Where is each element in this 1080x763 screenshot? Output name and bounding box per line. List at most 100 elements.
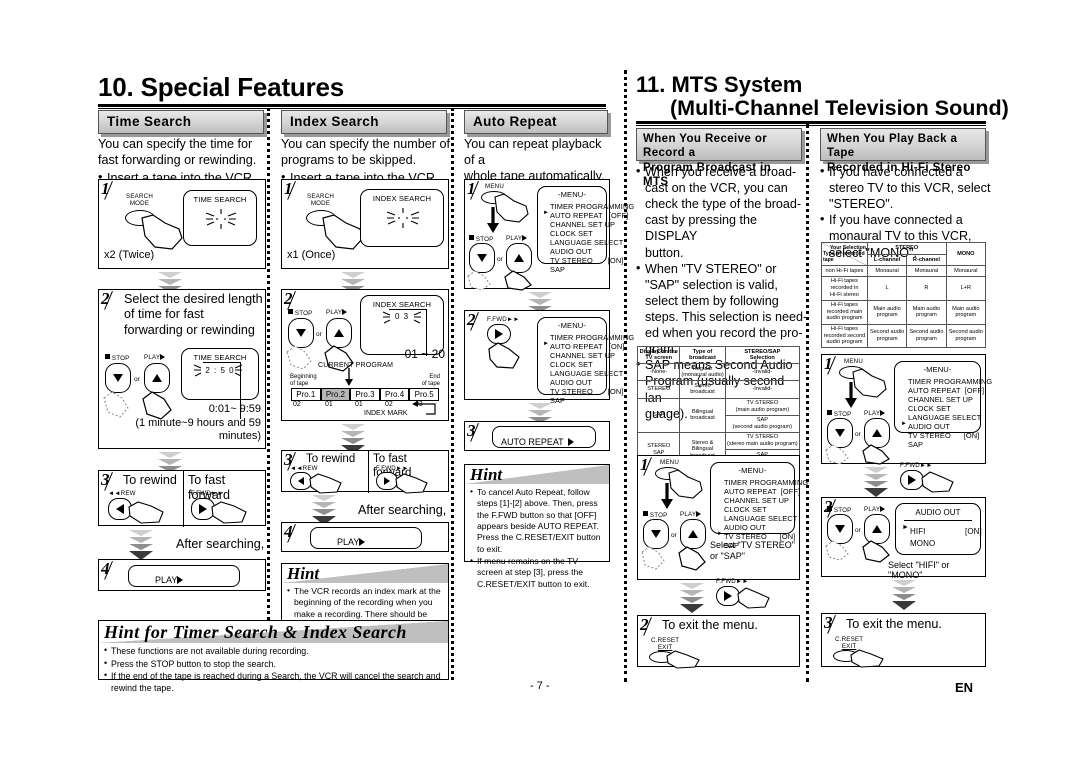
triangle-right-icon [495, 329, 503, 339]
or-label: or [497, 256, 503, 263]
table-cell: Main audio program [866, 299, 908, 325]
triangle-up-icon [514, 254, 524, 262]
rewind-label: To rewind [306, 453, 356, 465]
menu-item[interactable]: CHANNEL SET UP [908, 395, 980, 404]
table-cell: L [866, 275, 908, 301]
menu-item[interactable]: TIMER PROGRAMMING [908, 377, 992, 386]
triangle-up-icon [688, 530, 698, 538]
menu-item[interactable]: LANGUAGE SELECT [550, 369, 623, 378]
time-range-note: (1 minute~9 hours and 59 minutes) [135, 417, 261, 443]
menu-item[interactable]: TIMER PROGRAMMING [550, 202, 634, 211]
bullet-line: If you have connected a [829, 165, 963, 179]
play-button[interactable]: PLAY [128, 565, 240, 587]
hint-item: These functions are not available during… [104, 645, 443, 658]
step-number: 2 [640, 615, 649, 634]
triangle-down-icon [477, 254, 487, 262]
step-number: 1 [284, 179, 293, 198]
osd-menu-screen: -MENU- TIMER PROGRAMMING AUTO REPEAT [OF… [894, 361, 992, 449]
triangle-up-icon [872, 429, 882, 437]
menu-item[interactable]: CLOCK SET [550, 360, 606, 369]
menu-item[interactable]: AUTO REPEAT [OFF] [550, 211, 628, 220]
blink-icon [386, 208, 420, 228]
step-number: 4 [284, 522, 293, 541]
triangle-up-icon [152, 374, 162, 382]
step-title: Select the desired length of time for fa… [124, 292, 263, 337]
hand-icon [467, 270, 491, 291]
intro-line: You can specify the number of [281, 137, 450, 151]
hint-body: These functions are not available during… [99, 643, 448, 699]
play-button-label: PLAY [864, 506, 886, 513]
menu-item[interactable]: CHANNEL SET UP [724, 496, 794, 505]
menu-item[interactable]: AUTO REPEAT [OFF] [908, 386, 984, 395]
menu-item[interactable]: LANGUAGE SELECT [724, 514, 797, 523]
triangle-up-icon [334, 329, 344, 337]
menu-item[interactable]: TIMER PROGRAMMING [724, 478, 808, 487]
auto-repeat-hint: Hint To cancel Auto Repeat, follow steps… [464, 464, 610, 589]
menu-item[interactable]: AUDIO OUT [724, 523, 794, 532]
hifi-step-3: 3 To exit the menu. C.RESET EXIT [821, 613, 986, 668]
right-section-title-line2: (Multi-Channel Television Sound) [670, 96, 1009, 120]
triangle-left-icon [298, 477, 304, 485]
press-count-caption: x1 (Once) [287, 249, 336, 261]
triangle-up-icon [872, 525, 882, 533]
bullet-line: stereo TV to this VCR, select [829, 181, 991, 196]
osd-title: -MENU- [557, 321, 587, 330]
osd-audio-out-screen: AUDIO OUT HIFI [ON] MONO ► [895, 503, 982, 555]
play-button-label: PLAY [326, 309, 348, 316]
right-title-rule-thin [636, 125, 986, 126]
play-button[interactable] [144, 363, 170, 393]
menu-item[interactable]: CLOCK SET [550, 229, 606, 238]
table-cell: Bilingual broadcast [679, 397, 726, 433]
table-cell: STEREO [636, 380, 681, 399]
hint-bar: Hint for Timer Search & Index Search [99, 621, 448, 643]
auto-repeat-step-3: 3 AUTO REPEAT [464, 421, 610, 451]
menu-item[interactable]: AUTO REPEAT [ON] [550, 342, 624, 351]
menu-item[interactable]: LANGUAGE SELECT [550, 238, 623, 247]
menu-item[interactable]: AUDIO OUT [550, 247, 606, 256]
menu-item[interactable]: SAP [550, 265, 606, 274]
menu-item[interactable]: HIFI [ON] [910, 526, 982, 538]
heading-hifi-playback: When You Play Back a Tape Recorded in Hi… [820, 128, 986, 174]
menu-item[interactable]: CLOCK SET [724, 505, 794, 514]
auto-repeat-button[interactable]: AUTO REPEAT [492, 426, 596, 448]
hifi-selection-table: Your Selection Type of recorded tape STE… [821, 241, 987, 349]
menu-button-label: MENU [485, 183, 505, 190]
menu-item[interactable]: TV STEREO [ON] [550, 387, 623, 396]
hint-item: To cancel Auto Repeat, follow steps [1]-… [470, 486, 604, 555]
osd-title: TIME SEARCH [193, 195, 247, 204]
menu-item[interactable]: AUDIO OUT [908, 422, 980, 431]
after-searching-label: After searching, [176, 537, 265, 551]
mts-broadcast-table: Display on the TV screen Type of broadca… [636, 345, 801, 468]
table-header: Type of broadcast [679, 345, 726, 365]
bullet-line: cast on the VCR, you can [645, 181, 788, 196]
play-button-label: PLAY [155, 575, 178, 585]
menu-item[interactable]: LANGUAGE SELECT [908, 413, 981, 422]
heading-mts-receive: When You Receive or Record a Program Bro… [636, 128, 802, 188]
menu-item[interactable]: CHANNEL SET UP [550, 220, 615, 229]
osd-title: -MENU- [557, 190, 587, 199]
intro-line: You can repeat playback of a [464, 137, 602, 168]
hand-icon [395, 473, 428, 494]
stop-button-label: STOP [827, 506, 851, 514]
hand-icon [825, 444, 849, 465]
stop-button[interactable] [105, 363, 131, 393]
menu-item[interactable]: CLOCK SET [908, 404, 980, 413]
menu-item[interactable]: TV STEREO [ON] [908, 431, 980, 440]
triangle-right-icon [568, 438, 575, 446]
table-cell: -Invalid- [724, 380, 801, 399]
menu-item[interactable]: CHANNEL SET UP [550, 351, 615, 360]
triangle-down-icon [113, 374, 123, 382]
menu-button-label: MENU [844, 358, 864, 365]
menu-item[interactable]: AUTO REPEAT [OFF] [724, 487, 800, 496]
menu-item[interactable]: TIMER PROGRAMMING [550, 333, 634, 342]
menu-item[interactable]: SAP [908, 440, 980, 449]
play-button[interactable]: PLAY [310, 527, 422, 549]
triangle-right-icon [908, 475, 916, 485]
mark-number: 02 [385, 401, 393, 408]
down-arrow-icon [845, 382, 857, 408]
menu-item[interactable]: MONO [910, 538, 980, 550]
step-number: 2 [101, 289, 110, 308]
menu-item[interactable]: TV STEREO [ON] [550, 256, 623, 265]
menu-item[interactable]: SAP [550, 396, 606, 405]
menu-item[interactable]: AUDIO OUT [550, 378, 606, 387]
